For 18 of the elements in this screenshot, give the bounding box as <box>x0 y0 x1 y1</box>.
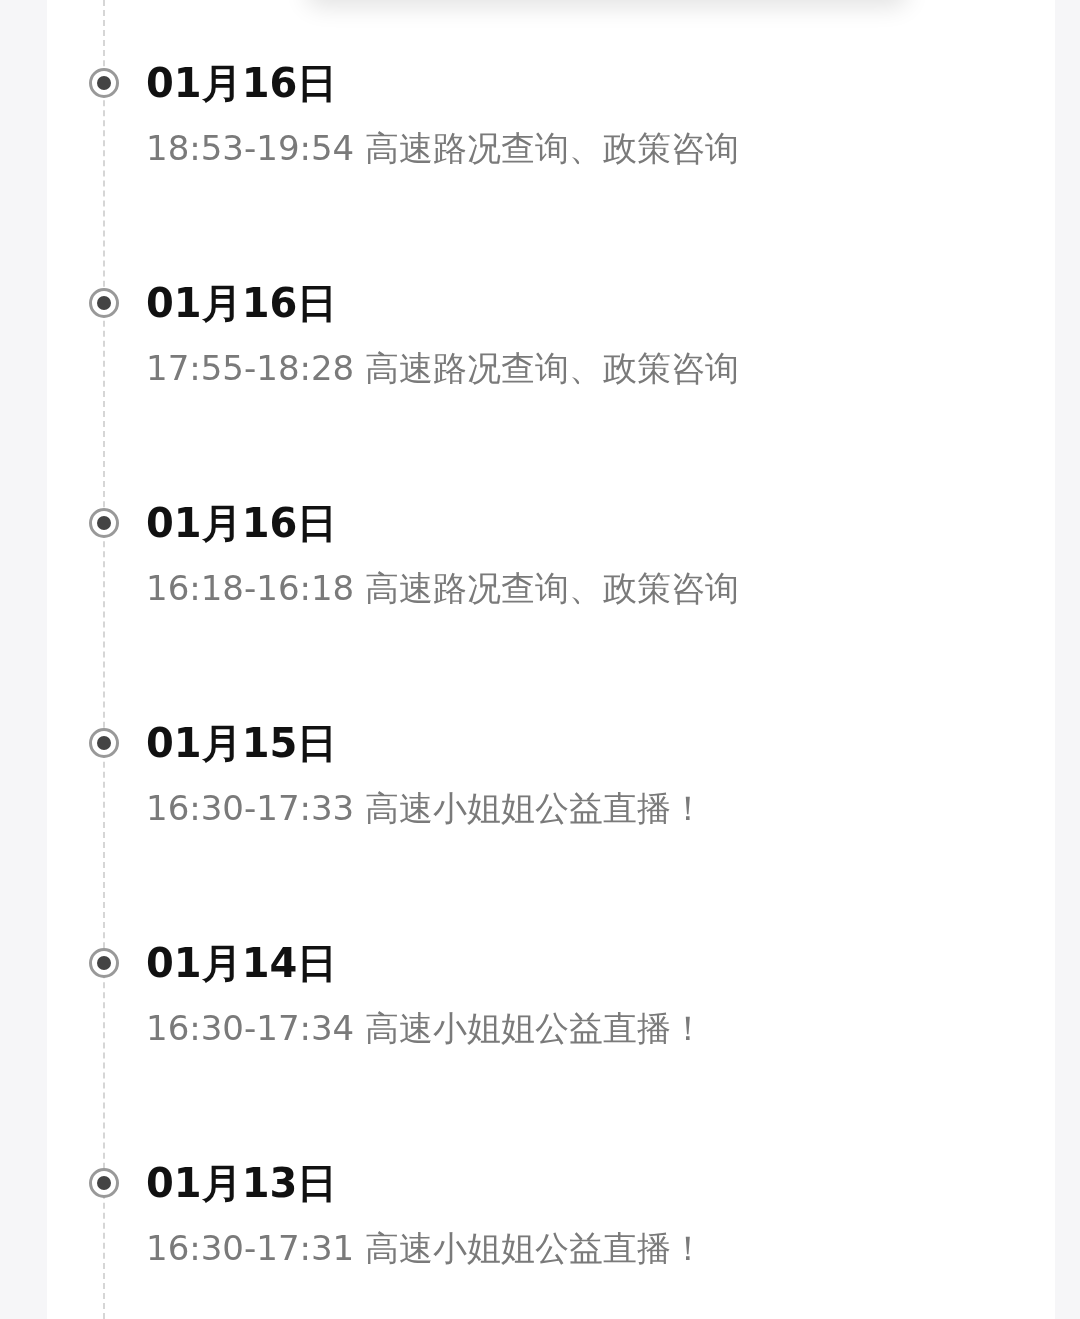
timeline-dot-icon <box>89 1168 119 1198</box>
entry-date: 01月13日 <box>146 1159 339 1208</box>
entry-date: 01月16日 <box>146 59 339 108</box>
entry-detail: 16:30-17:31 高速小姐姐公益直播！ <box>146 1227 707 1270</box>
timeline-dot-icon <box>89 68 119 98</box>
entry-date: 01月16日 <box>146 499 339 548</box>
timeline-dot-icon <box>89 288 119 318</box>
timeline-dot-icon <box>89 508 119 538</box>
entry-date: 01月16日 <box>146 279 339 328</box>
entry-date: 01月14日 <box>146 939 339 988</box>
entry-date: 01月15日 <box>146 719 339 768</box>
entry-detail: 18:53-19:54 高速路况查询、政策咨询 <box>146 127 741 170</box>
entry-detail: 16:18-16:18 高速路况查询、政策咨询 <box>146 567 741 610</box>
timeline-dot-icon <box>89 728 119 758</box>
entry-detail: 16:30-17:34 高速小姐姐公益直播！ <box>146 1007 707 1050</box>
entry-detail: 16:30-17:33 高速小姐姐公益直播！ <box>146 787 707 830</box>
timeline-dot-icon <box>89 948 119 978</box>
entry-detail: 17:55-18:28 高速路况查询、政策咨询 <box>146 347 741 390</box>
